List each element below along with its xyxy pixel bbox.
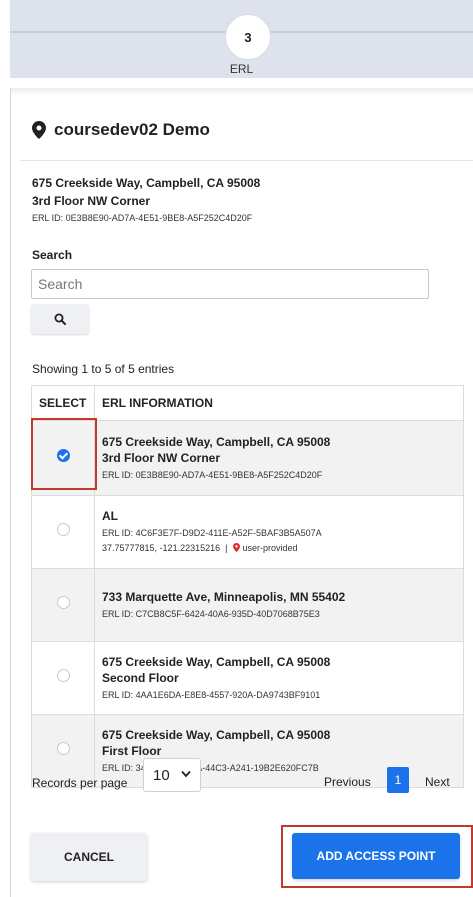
records-per-page-select[interactable]: 10 [143, 758, 201, 792]
header-select: SELECT [31, 385, 95, 421]
records-per-page-label: Records per page [32, 776, 128, 790]
table-row[interactable]: 675 Creekside Way, Campbell, CA 95008 Se… [31, 641, 464, 715]
select-cell[interactable] [31, 568, 95, 642]
card-top-shadow [10, 88, 473, 96]
erl-address: 675 Creekside Way, Campbell, CA 95008 [102, 727, 331, 742]
erl-coordinates: 37.75777815, -121.22315216 [102, 543, 221, 553]
erl-info-cell: 675 Creekside Way, Campbell, CA 95008 Se… [94, 641, 464, 715]
entries-count: Showing 1 to 5 of 5 entries [32, 362, 175, 376]
search-icon [54, 313, 66, 325]
title-divider [20, 160, 473, 161]
chevron-down-icon [181, 770, 191, 778]
erl-location-detail: 3rd Floor NW Corner [102, 450, 221, 465]
select-cell[interactable] [31, 641, 95, 715]
step-label: ERL [229, 62, 254, 76]
erl-info-cell: 675 Creekside Way, Campbell, CA 95008 3r… [94, 420, 464, 496]
site-erl-id: ERL ID: 0E3B8E90-AD7A-4E51-9BE8-A5F252C4… [32, 213, 253, 223]
next-page-link[interactable]: Next [425, 775, 450, 789]
erl-id: ERL ID: 4AA1E6DA-E8E8-4557-920A-DA9743BF… [102, 689, 321, 700]
records-per-page-value: 10 [153, 766, 170, 784]
erl-address: 675 Creekside Way, Campbell, CA 95008 [102, 434, 331, 449]
search-button[interactable] [31, 304, 89, 334]
card-left-border [10, 88, 11, 897]
row-radio[interactable] [56, 523, 70, 536]
select-cell[interactable] [31, 495, 95, 569]
step-circle[interactable]: 3 [225, 14, 271, 60]
row-radio[interactable] [56, 742, 70, 755]
erl-address: 675 Creekside Way, Campbell, CA 95008 [102, 654, 331, 669]
selection-highlight [31, 418, 97, 490]
site-address-line2: 3rd Floor NW Corner [32, 194, 151, 208]
erl-id: ERL ID: 0E3B8E90-AD7A-4E51-9BE8-A5F252C4… [102, 469, 323, 480]
map-pin-icon [232, 543, 240, 552]
search-label: Search [32, 248, 73, 262]
coords-separator: | [225, 543, 228, 553]
location-pin-icon [32, 121, 46, 139]
erl-id: ERL ID: C7CB8C5F-6424-40A6-935D-40D7068B… [102, 608, 320, 619]
erl-id: ERL ID: 4C6F3E7F-D9D2-411E-A52F-5BAF3B5A… [102, 528, 322, 538]
erl-address: AL [102, 509, 118, 523]
cancel-button[interactable]: CANCEL [31, 833, 147, 881]
table-header-row: SELECT ERL INFORMATION [31, 385, 464, 421]
erl-source: user-provided [242, 543, 298, 553]
stepper-bar: 3 ERL [10, 0, 473, 78]
erl-location-detail: First Floor [102, 743, 162, 758]
row-radio[interactable] [56, 596, 70, 609]
previous-page-link[interactable]: Previous [324, 775, 371, 789]
page-button-current[interactable]: 1 [387, 767, 409, 793]
erl-coordinates-line: 37.75777815, -121.22315216 | user-provid… [102, 541, 456, 556]
search-input[interactable] [31, 269, 429, 299]
erl-info-cell: AL ERL ID: 4C6F3E7F-D9D2-411E-A52F-5BAF3… [94, 495, 464, 569]
header-erl-information: ERL INFORMATION [94, 385, 464, 421]
site-title: coursedev02 Demo [32, 120, 210, 140]
erl-info-cell: 733 Marquette Ave, Minneapolis, MN 55402… [94, 568, 464, 642]
table-row[interactable]: AL ERL ID: 4C6F3E7F-D9D2-411E-A52F-5BAF3… [31, 495, 464, 569]
erl-location-detail: Second Floor [102, 670, 179, 685]
erl-address: 733 Marquette Ave, Minneapolis, MN 55402 [102, 589, 346, 604]
site-title-text: coursedev02 Demo [54, 120, 210, 139]
table-row[interactable]: 733 Marquette Ave, Minneapolis, MN 55402… [31, 568, 464, 642]
row-radio[interactable] [56, 669, 70, 682]
add-access-point-button[interactable]: ADD ACCESS POINT [292, 833, 460, 879]
site-address-line1: 675 Creekside Way, Campbell, CA 95008 [32, 176, 261, 190]
